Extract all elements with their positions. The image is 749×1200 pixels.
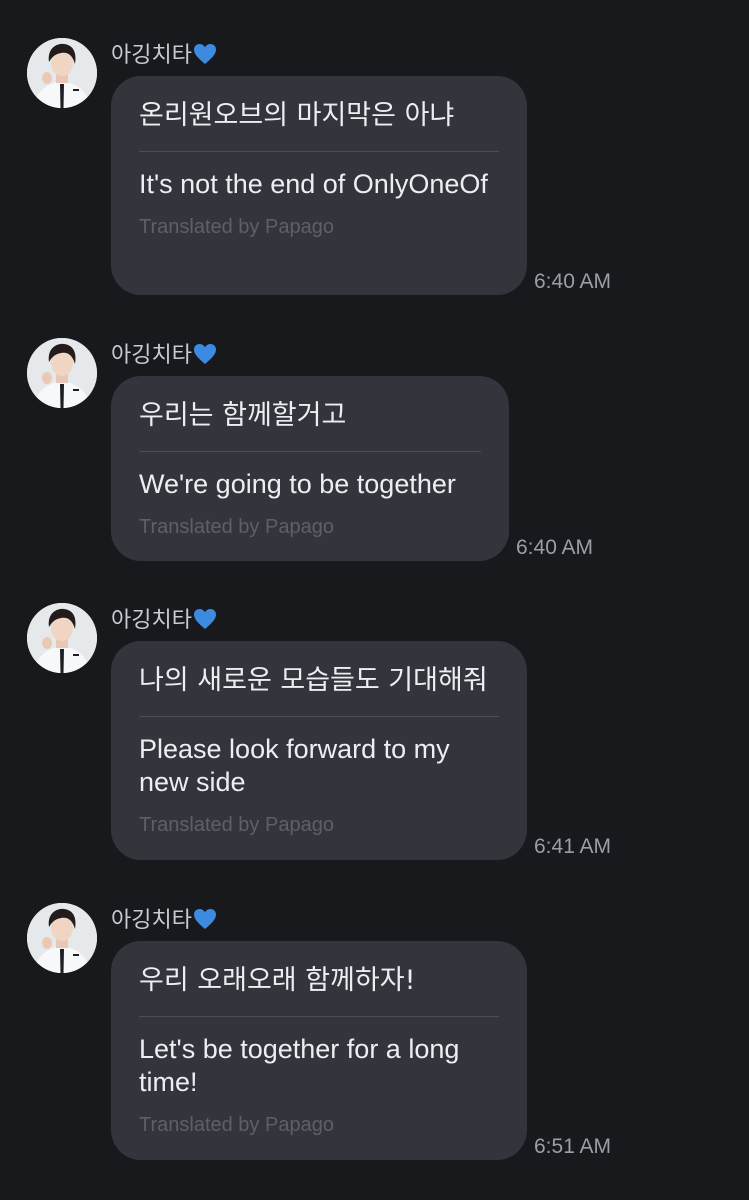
- translated-message-text: Let's be together for a long time!: [139, 1034, 460, 1097]
- sender-name: 아깅치타: [111, 606, 217, 636]
- avatar[interactable]: [27, 38, 97, 108]
- translation-credit: Translated by Papago: [139, 216, 334, 238]
- translation-credit: Translated by Papago: [139, 1114, 334, 1136]
- blue-heart-icon: [193, 44, 216, 64]
- sender-name-text: 아깅치타: [111, 43, 192, 68]
- original-message-text: 우리는 함께할거고: [139, 400, 347, 431]
- sender-name: 아깅치타: [111, 41, 217, 71]
- message-timestamp: 6:51 AM: [534, 1135, 612, 1158]
- sender-name: 아깅치타: [111, 906, 217, 936]
- avatar[interactable]: [27, 903, 97, 973]
- avatar[interactable]: [27, 603, 97, 673]
- avatar-photo: [27, 603, 97, 673]
- translated-message-text: We're going to be together: [139, 469, 456, 499]
- sender-name-text: 아깅치타: [111, 343, 192, 368]
- translated-message-text: It's not the end of OnlyOneOf: [139, 169, 488, 199]
- original-message-text: 우리 오래오래 함께하자!: [139, 965, 416, 996]
- message-bubble[interactable]: 우리는 함께할거고 We're going to be together Tra…: [111, 376, 509, 561]
- message-bubble[interactable]: 우리 오래오래 함께하자! Let's be together for a lo…: [111, 941, 527, 1160]
- avatar-photo: [27, 38, 97, 108]
- sender-name: 아깅치타: [111, 341, 217, 371]
- translation-credit: Translated by Papago: [139, 516, 334, 538]
- blue-heart-icon: [193, 909, 216, 929]
- message-bubble[interactable]: 온리원오브의 마지막은 아냐 It's not the end of OnlyO…: [111, 76, 527, 295]
- message-timestamp: 6:41 AM: [534, 835, 612, 858]
- avatar-photo: [27, 903, 97, 973]
- avatar[interactable]: [27, 338, 97, 408]
- blue-heart-icon: [193, 609, 216, 629]
- avatar-photo: [27, 338, 97, 408]
- original-message-text: 나의 새로운 모습들도 기대해줘: [139, 665, 488, 696]
- message-timestamp: 6:40 AM: [534, 270, 612, 293]
- blue-heart-icon: [193, 344, 216, 364]
- sender-name-text: 아깅치타: [111, 608, 192, 633]
- sender-name-text: 아깅치타: [111, 908, 192, 933]
- translation-credit: Translated by Papago: [139, 814, 334, 836]
- original-message-text: 온리원오브의 마지막은 아냐: [139, 100, 455, 131]
- message-bubble[interactable]: 나의 새로운 모습들도 기대해줘 Please look forward to …: [111, 641, 527, 860]
- translated-message-text: Please look forward to my new side: [139, 734, 450, 797]
- message-timestamp: 6:40 AM: [516, 536, 594, 559]
